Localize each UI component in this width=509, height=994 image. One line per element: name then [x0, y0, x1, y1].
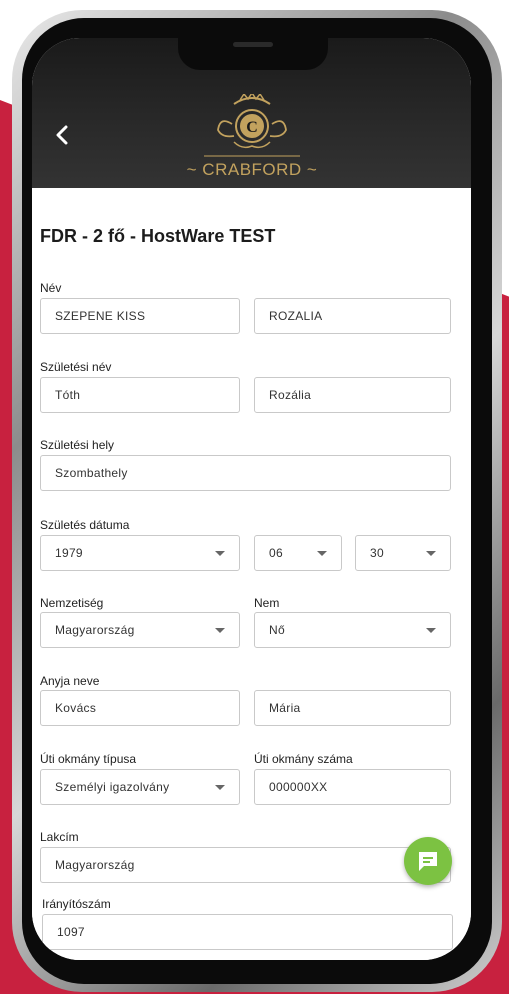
- birth-day-value: 30: [370, 546, 384, 560]
- form-content: FDR - 2 fő - HostWare TEST Név SZEPENE K…: [32, 188, 471, 960]
- zip-label: Irányítószám: [42, 897, 111, 911]
- brand-flourish-left: ~: [186, 160, 203, 179]
- birth-day-select[interactable]: 30: [355, 535, 451, 571]
- first-name-input[interactable]: ROZALIA: [254, 298, 451, 334]
- birth-year-select[interactable]: 1979: [40, 535, 240, 571]
- back-button[interactable]: [48, 120, 78, 150]
- chevron-down-icon: [215, 551, 225, 556]
- birth-month-value: 06: [269, 546, 283, 560]
- name-label: Név: [40, 281, 62, 295]
- birth-name-label: Születési név: [40, 360, 112, 374]
- brand-logo: C ~ CRABFORD ~: [182, 91, 322, 184]
- chevron-down-icon: [215, 628, 225, 633]
- chevron-down-icon: [215, 785, 225, 790]
- doc-type-label: Úti okmány típusa: [40, 752, 137, 766]
- address-input[interactable]: Magyarország: [40, 847, 451, 883]
- chevron-down-icon: [426, 551, 436, 556]
- crest-icon: C: [204, 91, 300, 157]
- birth-date-label: Születés dátuma: [40, 518, 130, 532]
- mother-first-name-input[interactable]: Mária: [254, 690, 451, 726]
- doc-type-value: Személyi igazolvány: [55, 780, 170, 794]
- doc-number-input[interactable]: 000000XX: [254, 769, 451, 805]
- brand-name-text: CRABFORD: [202, 160, 302, 179]
- mother-name-label: Anyja neve: [40, 674, 100, 688]
- nationality-value: Magyarország: [55, 623, 135, 637]
- birth-year-value: 1979: [55, 546, 83, 560]
- doc-type-select[interactable]: Személyi igazolvány: [40, 769, 240, 805]
- chat-button[interactable]: [404, 837, 452, 885]
- gender-select[interactable]: Nő: [254, 612, 451, 648]
- birth-month-select[interactable]: 06: [254, 535, 342, 571]
- chevron-down-icon: [317, 551, 327, 556]
- zip-input[interactable]: 1097: [42, 914, 453, 950]
- mother-last-name-input[interactable]: Kovács: [40, 690, 240, 726]
- chat-icon: [419, 852, 437, 871]
- address-label: Lakcím: [40, 830, 79, 844]
- app-screen: C ~ CRABFORD ~ FDR - 2 fő - HostWare TES…: [32, 38, 471, 960]
- doc-number-label: Úti okmány száma: [254, 752, 353, 766]
- birth-last-name-input[interactable]: Tóth: [40, 377, 240, 413]
- chevron-left-icon: [56, 125, 68, 145]
- brand-name: ~ CRABFORD ~: [182, 160, 322, 180]
- chevron-down-icon: [426, 628, 436, 633]
- nationality-select[interactable]: Magyarország: [40, 612, 240, 648]
- nationality-label: Nemzetiség: [40, 596, 104, 610]
- gender-value: Nő: [269, 623, 285, 637]
- page-title: FDR - 2 fő - HostWare TEST: [40, 226, 276, 246]
- birth-first-name-input[interactable]: Rozália: [254, 377, 451, 413]
- birth-place-label: Születési hely: [40, 438, 115, 452]
- speaker-icon: [233, 42, 273, 47]
- brand-flourish-right: ~: [301, 160, 318, 179]
- gender-label: Nem: [254, 596, 280, 610]
- phone-notch: [178, 38, 328, 70]
- svg-text:C: C: [246, 119, 258, 136]
- last-name-input[interactable]: SZEPENE KISS: [40, 298, 240, 334]
- birth-place-input[interactable]: Szombathely: [40, 455, 451, 491]
